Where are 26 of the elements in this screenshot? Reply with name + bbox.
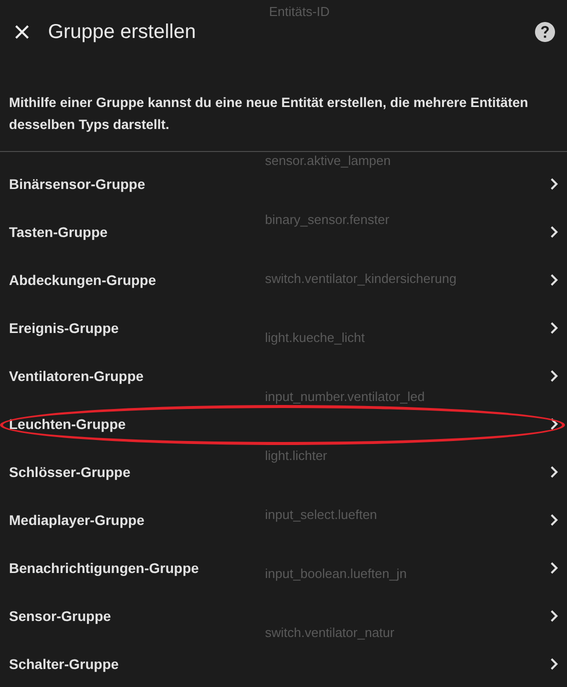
chevron-right-icon — [550, 178, 558, 190]
entity-id: input_number.ventilator_led — [265, 389, 425, 404]
help-icon[interactable] — [535, 22, 555, 42]
dialog-description: Mithilfe einer Gruppe kannst du eine neue Entität erstellen, die mehrere Entitäten desselben Typs darstellt. — [8, 94, 530, 134]
entity-id: light.kueche_licht — [265, 330, 365, 345]
close-icon[interactable] — [14, 24, 30, 40]
chevron-right-icon — [550, 466, 558, 478]
chevron-right-icon — [550, 610, 558, 622]
chevron-right-icon — [550, 274, 558, 286]
entity-id: input_boolean.lueften_jn — [265, 566, 407, 581]
entity-id: binary_sensor.fenster — [265, 212, 390, 227]
entity-id: switch.ventilator_kindersicherung — [265, 271, 456, 286]
group-type-item[interactable]: Schalter-Gruppe — [0, 640, 567, 687]
chevron-right-icon — [550, 562, 558, 574]
chevron-right-icon — [550, 322, 558, 334]
chevron-right-icon — [550, 658, 558, 670]
entity-id: light.lichter — [265, 448, 328, 463]
entity-id: switch.ventilator_natur — [265, 625, 394, 640]
chevron-right-icon — [550, 226, 558, 238]
chevron-right-icon — [550, 370, 558, 382]
chevron-right-icon — [550, 514, 558, 526]
entity-id: input_select.lueften — [265, 507, 378, 522]
column-heading: Entitäts-ID — [269, 3, 330, 21]
chevron-right-icon — [550, 418, 558, 430]
entity-id: sensor.aktive_lampen — [265, 153, 391, 168]
dialog-title: Gruppe erstellen — [48, 20, 196, 45]
